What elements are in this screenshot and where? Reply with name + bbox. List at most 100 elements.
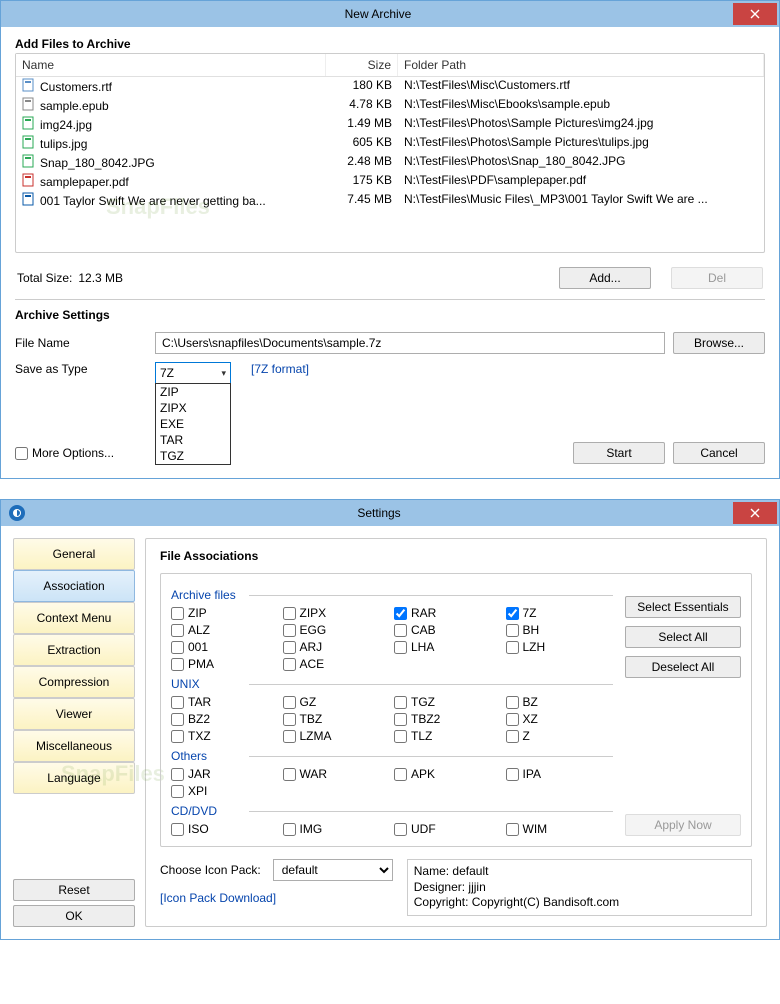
assoc-arj[interactable]: ARJ xyxy=(283,640,391,654)
assoc-udf[interactable]: UDF xyxy=(394,822,502,836)
type-option[interactable]: EXE xyxy=(156,416,230,432)
titlebar[interactable]: Settings xyxy=(1,500,779,526)
assoc-lzh[interactable]: LZH xyxy=(506,640,614,654)
file-size: 7.45 MB xyxy=(326,192,398,209)
select-all-button[interactable]: Select All xyxy=(625,626,741,648)
assoc-zip[interactable]: ZIP xyxy=(171,606,279,620)
file-icon xyxy=(22,97,36,114)
select-essentials-button[interactable]: Select Essentials xyxy=(625,596,741,618)
file-row[interactable]: img24.jpg1.49 MBN:\TestFiles\Photos\Samp… xyxy=(16,115,764,134)
assoc-tbz2[interactable]: TBZ2 xyxy=(394,712,502,726)
assoc-txz[interactable]: TXZ xyxy=(171,729,279,743)
type-option[interactable]: ZIPX xyxy=(156,400,230,416)
file-icon xyxy=(22,135,36,152)
file-size: 2.48 MB xyxy=(326,154,398,171)
sidebar-item-context-menu[interactable]: Context Menu xyxy=(13,602,135,634)
file-row[interactable]: Snap_180_8042.JPG2.48 MBN:\TestFiles\Pho… xyxy=(16,153,764,172)
close-button[interactable] xyxy=(733,3,777,25)
type-option[interactable]: TAR xyxy=(156,432,230,448)
file-size: 1.49 MB xyxy=(326,116,398,133)
more-options-checkbox[interactable]: More Options... xyxy=(15,446,114,460)
assoc-bz[interactable]: BZ xyxy=(506,695,614,709)
icon-pack-download-link[interactable]: [Icon Pack Download] xyxy=(160,891,276,905)
type-option[interactable]: ZIP xyxy=(156,384,230,400)
assoc-z[interactable]: Z xyxy=(506,729,614,743)
reset-button[interactable]: Reset xyxy=(13,879,135,901)
file-row[interactable]: tulips.jpg605 KBN:\TestFiles\Photos\Samp… xyxy=(16,134,764,153)
assoc-tlz[interactable]: TLZ xyxy=(394,729,502,743)
assoc-xpi[interactable]: XPI xyxy=(171,784,279,798)
close-icon xyxy=(750,508,760,518)
assoc-alz[interactable]: ALZ xyxy=(171,623,279,637)
assoc-egg[interactable]: EGG xyxy=(283,623,391,637)
sidebar-item-miscellaneous[interactable]: Miscellaneous xyxy=(13,730,135,762)
file-row[interactable]: samplepaper.pdf175 KBN:\TestFiles\PDF\sa… xyxy=(16,172,764,191)
archive-settings-heading: Archive Settings xyxy=(15,308,765,322)
col-name[interactable]: Name xyxy=(16,54,326,76)
apply-now-button[interactable]: Apply Now xyxy=(625,814,741,836)
file-row[interactable]: sample.epub4.78 KBN:\TestFiles\Misc\Eboo… xyxy=(16,96,764,115)
file-name: sample.epub xyxy=(40,99,109,113)
file-table-header: Name Size Folder Path xyxy=(16,54,764,77)
format-link[interactable]: [7Z format] xyxy=(251,362,309,376)
assoc-jar[interactable]: JAR xyxy=(171,767,279,781)
assoc-lzma[interactable]: LZMA xyxy=(283,729,391,743)
file-path: N:\TestFiles\Photos\Sample Pictures\tuli… xyxy=(398,135,764,152)
assoc-war[interactable]: WAR xyxy=(283,767,391,781)
assoc-001[interactable]: 001 xyxy=(171,640,279,654)
add-button[interactable]: Add... xyxy=(559,267,651,289)
assoc-apk[interactable]: APK xyxy=(394,767,502,781)
type-option[interactable]: TGZ xyxy=(156,448,230,464)
group-label: Others xyxy=(171,749,613,763)
assoc-bz2[interactable]: BZ2 xyxy=(171,712,279,726)
saveastype-label: Save as Type xyxy=(15,362,147,376)
col-size[interactable]: Size xyxy=(326,54,398,76)
sidebar-item-general[interactable]: General xyxy=(13,538,135,570)
sidebar-item-compression[interactable]: Compression xyxy=(13,666,135,698)
deselect-all-button[interactable]: Deselect All xyxy=(625,656,741,678)
sidebar-item-language[interactable]: Language xyxy=(13,762,135,794)
file-row[interactable]: 001 Taylor Swift We are never getting ba… xyxy=(16,191,764,210)
file-list-panel: Name Size Folder Path Customers.rtf180 K… xyxy=(15,53,765,253)
filename-input[interactable] xyxy=(155,332,665,354)
start-button[interactable]: Start xyxy=(573,442,665,464)
assoc-7z[interactable]: 7Z xyxy=(506,606,614,620)
assoc-rar[interactable]: RAR xyxy=(394,606,502,620)
browse-button[interactable]: Browse... xyxy=(673,332,765,354)
titlebar[interactable]: New Archive xyxy=(1,1,779,27)
assoc-zipx[interactable]: ZIPX xyxy=(283,606,391,620)
del-button[interactable]: Del xyxy=(671,267,763,289)
assoc-ipa[interactable]: IPA xyxy=(506,767,614,781)
assoc-pma[interactable]: PMA xyxy=(171,657,279,671)
assoc-iso[interactable]: ISO xyxy=(171,822,279,836)
ok-button[interactable]: OK xyxy=(13,905,135,927)
assoc-img[interactable]: IMG xyxy=(283,822,391,836)
assoc-tgz[interactable]: TGZ xyxy=(394,695,502,709)
sidebar-item-viewer[interactable]: Viewer xyxy=(13,698,135,730)
file-path: N:\TestFiles\Misc\Customers.rtf xyxy=(398,78,764,95)
assoc-gz[interactable]: GZ xyxy=(283,695,391,709)
assoc-tar[interactable]: TAR xyxy=(171,695,279,709)
cancel-button[interactable]: Cancel xyxy=(673,442,765,464)
assoc-lha[interactable]: LHA xyxy=(394,640,502,654)
saveastype-dropdown[interactable]: ZIPZIPXEXETARTGZ xyxy=(155,383,231,465)
file-associations-heading: File Associations xyxy=(160,549,752,563)
file-row[interactable]: Customers.rtf180 KBN:\TestFiles\Misc\Cus… xyxy=(16,77,764,96)
col-path[interactable]: Folder Path xyxy=(398,54,764,76)
assoc-bh[interactable]: BH xyxy=(506,623,614,637)
app-icon xyxy=(9,505,25,521)
file-name: samplepaper.pdf xyxy=(40,175,129,189)
file-name: Customers.rtf xyxy=(40,80,112,94)
icon-pack-select[interactable]: default xyxy=(273,859,393,881)
sidebar-item-extraction[interactable]: Extraction xyxy=(13,634,135,666)
total-size-value: 12.3 MB xyxy=(78,271,123,285)
assoc-cab[interactable]: CAB xyxy=(394,623,502,637)
assoc-wim[interactable]: WIM xyxy=(506,822,614,836)
close-button[interactable] xyxy=(733,502,777,524)
settings-window: Settings SnapFiles GeneralAssociationCon… xyxy=(0,499,780,940)
sidebar-item-association[interactable]: Association xyxy=(13,570,135,602)
saveastype-combo[interactable]: 7Z ▾ xyxy=(155,362,231,384)
assoc-xz[interactable]: XZ xyxy=(506,712,614,726)
assoc-ace[interactable]: ACE xyxy=(283,657,391,671)
assoc-tbz[interactable]: TBZ xyxy=(283,712,391,726)
